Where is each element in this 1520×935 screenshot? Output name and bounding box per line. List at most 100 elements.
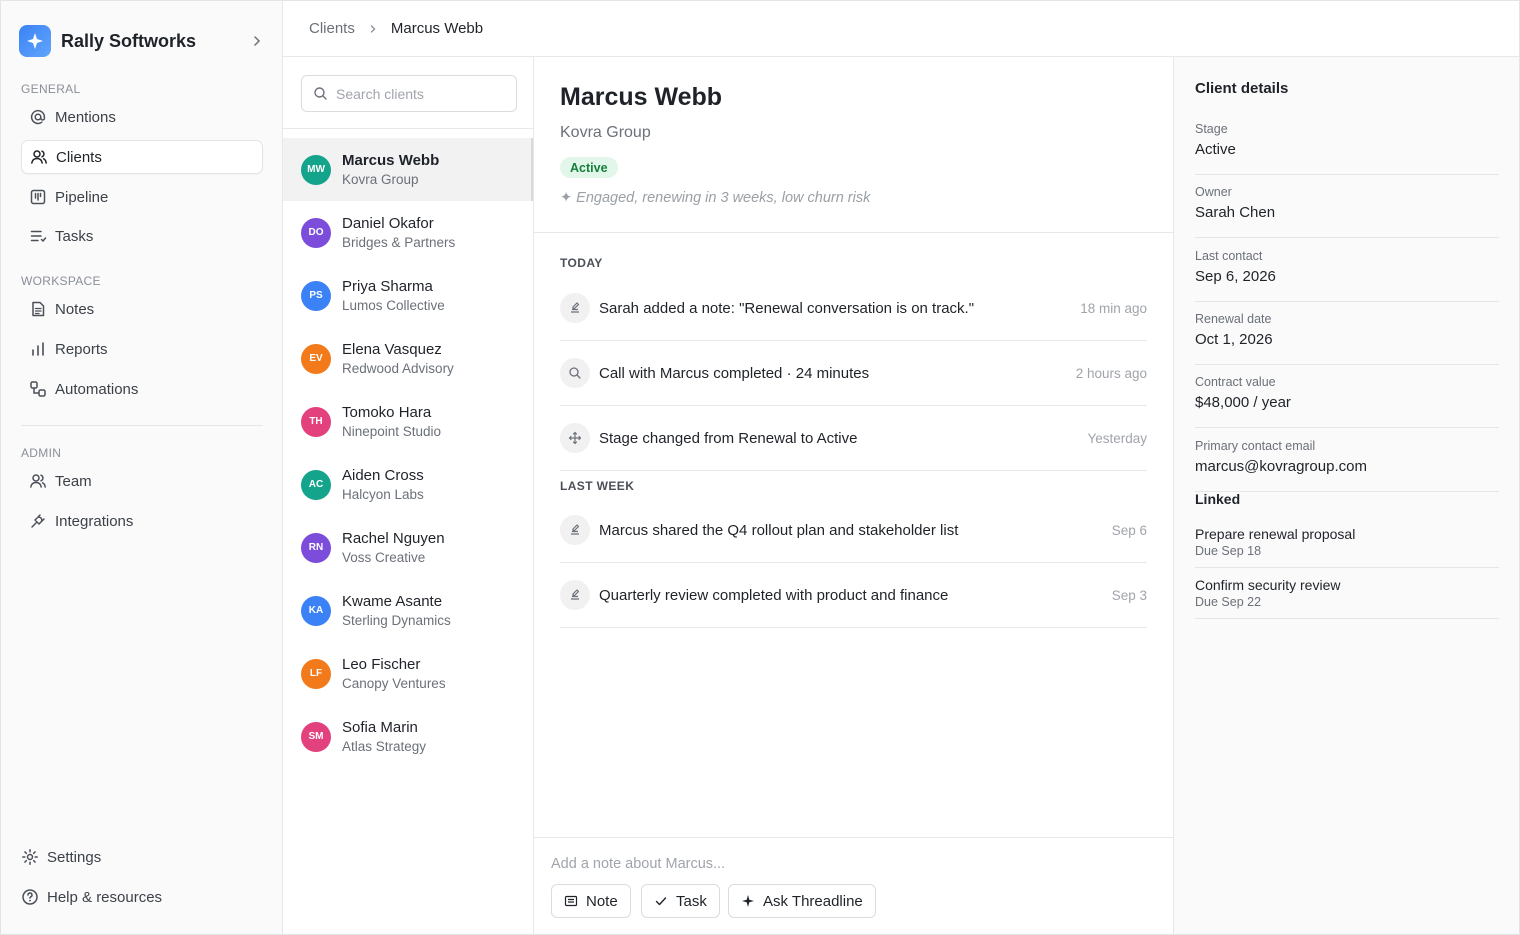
client-name: Sofia Marin <box>342 718 418 736</box>
search-box[interactable] <box>301 75 517 112</box>
field-label: Contract value <box>1195 375 1276 389</box>
note-button[interactable]: Note <box>551 884 631 918</box>
activity-time: Sep 6 <box>1111 522 1147 538</box>
client-company: Kovra Group <box>342 171 419 187</box>
header-divider <box>534 232 1173 233</box>
workspace-switcher[interactable]: Rally Softworks <box>19 25 265 57</box>
client-row-sofia-marin[interactable]: SM Sofia Marin Atlas Strategy <box>283 705 533 768</box>
breadcrumb: Clients Marcus Webb <box>283 1 1519 57</box>
field-label: Renewal date <box>1195 312 1272 326</box>
client-company: Atlas Strategy <box>342 738 427 754</box>
search-input[interactable] <box>336 85 506 102</box>
avatar: MW <box>301 154 331 185</box>
plug-icon <box>31 514 45 528</box>
detail-field-last-contact: Last contact Sep 6, 2026 <box>1195 239 1499 302</box>
activity-item[interactable]: Marcus shared the Q4 rollout plan and st… <box>560 498 1147 563</box>
activity-item[interactable]: Stage changed from Renewal to Active Yes… <box>560 406 1147 471</box>
detail-field-stage: Stage Active <box>1195 112 1499 175</box>
sidebar-item-clients[interactable]: Clients <box>21 140 263 174</box>
activity-item[interactable]: Sarah added a note: "Renewal conversatio… <box>560 276 1147 341</box>
section-label-admin: ADMIN <box>21 446 62 460</box>
activity-item[interactable]: Call with Marcus completed · 24 minutes … <box>560 341 1147 406</box>
client-row-rachel-nguyen[interactable]: RN Rachel Nguyen Voss Creative <box>283 516 533 579</box>
client-row-aiden-cross[interactable]: AC Aiden Cross Halcyon Labs <box>283 453 533 516</box>
client-row-marcus-webb[interactable]: MW Marcus Webb Kovra Group <box>283 138 533 201</box>
users-icon <box>31 150 47 164</box>
linked-task-due: Due Sep 18 <box>1195 544 1262 558</box>
client-company: Redwood Advisory <box>342 360 454 376</box>
task-button[interactable]: Task <box>641 884 720 918</box>
ai-summary: ✦ Engaged, renewing in 3 weeks, low chur… <box>560 190 871 206</box>
list-divider <box>283 128 533 129</box>
ask-threadline-button[interactable]: Ask Threadline <box>728 884 876 918</box>
users-icon <box>30 474 46 488</box>
field-value[interactable]: marcus@kovragroup.com <box>1195 458 1367 475</box>
app-window: Rally Softworks GENERAL Mentions Clients… <box>0 0 1520 935</box>
linked-task[interactable]: Prepare renewal proposal Due Sep 18 <box>1195 516 1499 568</box>
client-company-subtitle: Kovra Group <box>560 124 651 141</box>
activity-text: Stage changed from Renewal to Active <box>599 429 858 447</box>
field-value[interactable]: Oct 1, 2026 <box>1195 331 1273 348</box>
avatar: TH <box>301 406 331 437</box>
chevron-right-icon <box>370 24 376 33</box>
client-name: Tomoko Hara <box>342 403 432 421</box>
field-value[interactable]: Active <box>1195 141 1236 158</box>
call-activity-icon <box>560 358 590 388</box>
client-row-tomoko-hara[interactable]: TH Tomoko Hara Ninepoint Studio <box>283 390 533 453</box>
linked-task-name: Prepare renewal proposal <box>1195 526 1356 542</box>
sparkle-icon <box>742 895 754 907</box>
move-activity-icon <box>560 423 590 453</box>
kanban-icon <box>30 189 46 205</box>
activity-item[interactable]: Quarterly review completed with product … <box>560 563 1147 628</box>
list-icon <box>30 230 47 242</box>
activity-text: Quarterly review completed with product … <box>599 586 949 604</box>
field-value[interactable]: $48,000 / year <box>1195 394 1291 411</box>
field-label: Last contact <box>1195 249 1263 263</box>
linked-task[interactable]: Confirm security review Due Sep 22 <box>1195 567 1499 619</box>
linked-section-title: Linked <box>1195 491 1241 507</box>
client-row-elena-vasquez[interactable]: EV Elena Vasquez Redwood Advisory <box>283 327 533 390</box>
client-name: Priya Sharma <box>342 277 433 295</box>
bar-chart-icon <box>32 342 44 356</box>
avatar: AC <box>301 469 331 500</box>
client-company: Canopy Ventures <box>342 675 446 691</box>
sidebar: Rally Softworks GENERAL Mentions Clients… <box>1 1 283 934</box>
sidebar-item-label: Reports <box>55 340 108 358</box>
note-button-label: Note <box>586 892 618 910</box>
sidebar-item-team[interactable]: Team <box>21 464 263 498</box>
client-name: Daniel Okafor <box>342 214 434 232</box>
brand-logo-icon <box>19 25 51 57</box>
field-value[interactable]: Sep 6, 2026 <box>1195 268 1276 285</box>
sidebar-item-integrations[interactable]: Integrations <box>21 504 263 538</box>
breadcrumb-clients-link[interactable]: Clients <box>309 20 355 37</box>
client-company: Sterling Dynamics <box>342 612 451 628</box>
activity-time: 2 hours ago <box>1075 365 1147 381</box>
sidebar-item-help[interactable]: Help & resources <box>13 880 255 914</box>
client-row-kwame-asante[interactable]: KA Kwame Asante Sterling Dynamics <box>283 579 533 642</box>
client-row-leo-fischer[interactable]: LF Leo Fischer Canopy Ventures <box>283 642 533 705</box>
sidebar-item-notes[interactable]: Notes <box>21 292 263 326</box>
sidebar-item-automations[interactable]: Automations <box>21 372 263 406</box>
activity-time: Yesterday <box>1087 430 1147 446</box>
detail-field-contract-value: Contract value $48,000 / year <box>1195 365 1499 428</box>
client-row-priya-sharma[interactable]: PS Priya Sharma Lumos Collective <box>283 264 533 327</box>
note-composer-input[interactable] <box>551 854 1151 874</box>
avatar: EV <box>301 343 331 374</box>
linked-task-due: Due Sep 22 <box>1195 595 1262 609</box>
sidebar-item-tasks[interactable]: Tasks <box>21 219 263 253</box>
brand-name: Rally Softworks <box>61 30 197 51</box>
field-value[interactable]: Sarah Chen <box>1195 204 1275 221</box>
sidebar-item-label: Notes <box>55 300 95 318</box>
avatar: KA <box>301 595 331 626</box>
client-row-daniel-okafor[interactable]: DO Daniel Okafor Bridges & Partners <box>283 201 533 264</box>
sidebar-item-label: Clients <box>56 148 102 166</box>
sidebar-item-pipeline[interactable]: Pipeline <box>21 180 263 214</box>
workflow-icon <box>30 381 46 397</box>
activity-text: Call with Marcus completed · 24 minutes <box>599 364 870 382</box>
sidebar-item-mentions[interactable]: Mentions <box>21 100 263 134</box>
client-company: Lumos Collective <box>342 297 445 313</box>
detail-field-owner: Owner Sarah Chen <box>1195 175 1499 238</box>
field-label: Primary contact email <box>1195 439 1316 453</box>
sidebar-item-settings[interactable]: Settings <box>13 840 255 874</box>
sidebar-item-reports[interactable]: Reports <box>21 332 263 366</box>
